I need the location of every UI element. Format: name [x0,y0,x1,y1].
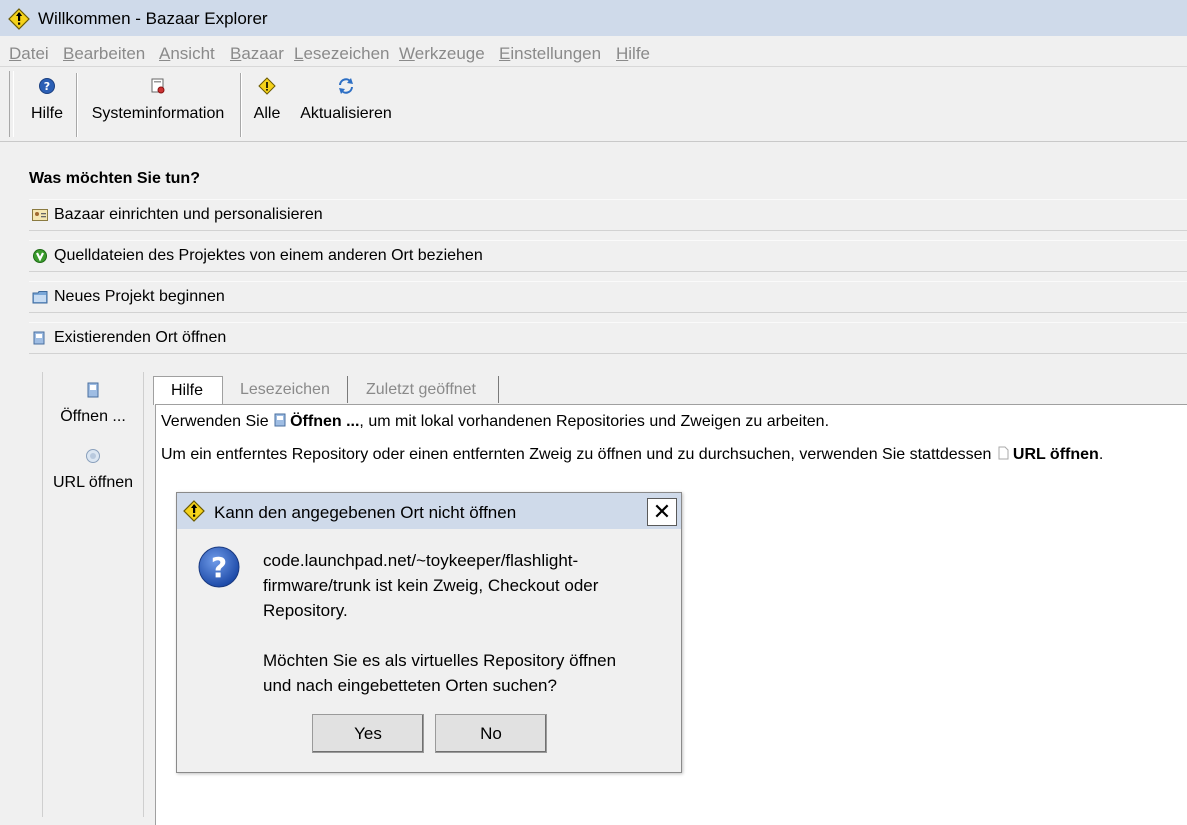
document-icon [998,446,1009,460]
menu-bearbeiten[interactable]: Bearbeiten [63,44,145,64]
menu-ansicht[interactable]: Ansicht [159,44,215,64]
open-icon [87,382,99,398]
globe-icon [86,449,100,463]
menu-bar: Datei Bearbeiten Ansicht Bazaar Lesezeic… [0,38,1187,66]
menu-hilfe[interactable]: Hilfe [616,44,650,64]
action-get-sources[interactable]: Quelldateien des Projektes von einem and… [29,240,1187,272]
menu-einstellungen[interactable]: Einstellungen [499,44,601,64]
window-title: Willkommen - Bazaar Explorer [38,9,268,28]
dialog-title-bar[interactable]: Kann den angegebenen Ort nicht öffnen ✕ [177,493,681,529]
new-folder-icon [32,291,48,304]
yes-button[interactable]: Yes [312,714,424,753]
dialog-close-button[interactable]: ✕ [647,498,677,526]
no-button[interactable]: No [435,714,547,753]
refresh-toolbar-button[interactable]: Aktualisieren [296,71,396,137]
toolbar-separator [76,73,78,137]
open-url-link[interactable]: URL öffnen [1013,446,1099,463]
help-line-url: Um ein entferntes Repository oder einen … [161,446,1104,463]
menu-bazaar[interactable]: Bazaar [230,44,284,64]
dialog-message-line: firmware/trunk ist kein Zweig, Checkout … [263,576,599,595]
action-new-project[interactable]: Neues Projekt beginnen [29,281,1187,313]
open-button[interactable]: Öffnen ... [43,382,143,426]
open-icon [274,413,286,427]
id-card-icon [32,209,48,221]
action-setup-bazaar[interactable]: Bazaar einrichten und personalisieren [29,199,1187,231]
location-button-pane: Öffnen ... URL öffnen [42,372,144,817]
sysinfo-toolbar-button[interactable]: Systeminformation [86,71,230,137]
bazaar-all-icon [258,77,276,95]
toolbar-grip[interactable] [9,71,14,137]
open-url-button[interactable]: URL öffnen [43,448,143,492]
tab-zuletzt-geoeffnet[interactable]: Zuletzt geöffnet [348,376,499,403]
bazaar-logo-icon [183,500,205,522]
dialog-message-line: Möchten Sie es als virtuelles Repository… [263,651,617,670]
all-toolbar-button[interactable]: Alle [249,71,285,137]
help-toolbar-button[interactable]: ? Hilfe [22,71,72,137]
menu-datei[interactable]: Datei [9,44,49,64]
help-icon: ? [39,78,55,94]
dialog-message-line: und nach eingebetteten Orten suchen? [263,676,557,695]
open-link[interactable]: Öffnen ... [290,413,359,430]
toolbar-separator [240,73,242,137]
menu-werkzeuge[interactable]: Werkzeuge [399,44,485,64]
bazaar-logo-icon [8,8,30,30]
title-bar: Willkommen - Bazaar Explorer [0,0,1187,36]
menu-lesezeichen[interactable]: Lesezeichen [294,44,389,64]
refresh-icon [339,78,353,94]
dialog-message-line: Repository. [263,601,348,620]
green-arrow-icon [33,249,47,263]
action-open-location[interactable]: Existierenden Ort öffnen [29,322,1187,354]
error-dialog: Kann den angegebenen Ort nicht öffnen ✕ … [176,492,682,773]
system-info-icon [151,78,165,94]
toolbar: ? Hilfe Systeminformation Alle Aktualisi… [0,66,1187,142]
question-icon: ? [198,546,240,588]
open-location-icon [33,331,45,345]
help-line-open: Verwenden Sie Öffnen ..., um mit lokal v… [161,413,830,430]
svg-text:?: ? [211,551,227,584]
svg-text:?: ? [44,80,50,93]
dialog-title: Kann den angegebenen Ort nicht öffnen [214,503,517,522]
page-question-heading: Was möchten Sie tun? [29,170,200,187]
tab-lesezeichen[interactable]: Lesezeichen [222,376,348,403]
dialog-message-line: code.launchpad.net/~toykeeper/flashlight… [263,551,579,570]
tab-hilfe[interactable]: Hilfe [153,376,223,405]
